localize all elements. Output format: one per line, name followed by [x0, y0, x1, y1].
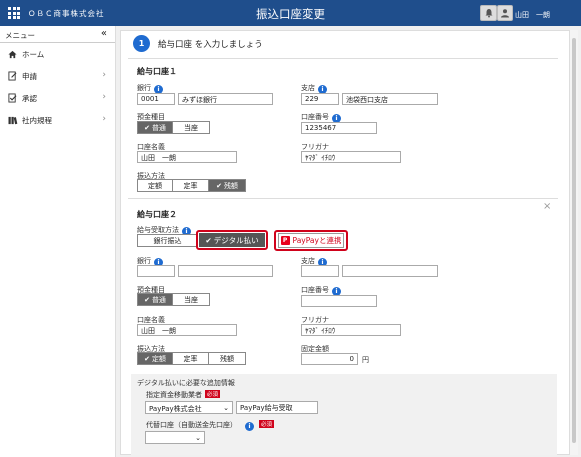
sidebar-item-label: 承認: [22, 93, 37, 103]
app-grid-icon[interactable]: [8, 7, 20, 19]
account1-branch-name-input[interactable]: 池袋西口支店: [342, 93, 438, 105]
receive-digital-pay-button[interactable]: ✔ デジタル払い: [199, 233, 265, 247]
sidebar-item-application[interactable]: 申請 ›: [0, 65, 115, 87]
account2-title: 給与口座２: [137, 210, 177, 219]
user-icon: [501, 9, 509, 18]
sidebar: メニュー « ホーム 申請 › 承認 › 社内規程 ›: [0, 26, 116, 457]
required-badge: 必須: [259, 420, 275, 428]
account2-kana-input[interactable]: ﾔﾏﾀﾞ ｲﾁﾛｳ: [301, 324, 401, 336]
account1-method-remainder[interactable]: ✔ 残額: [209, 180, 245, 191]
sidebar-item-label: ホーム: [22, 49, 45, 59]
chevron-down-icon: ⌄: [195, 434, 201, 442]
required-badge: 必須: [205, 390, 221, 398]
account1-method-fixed[interactable]: 定額: [138, 180, 173, 191]
books-icon: [8, 116, 22, 125]
user-name[interactable]: 山田 一朗: [515, 10, 550, 20]
account2-method-remainder[interactable]: 残額: [209, 353, 245, 364]
check-icon: ✔: [205, 235, 212, 245]
backup-account-label: 代替口座（自動送金先口座） i 必須: [146, 420, 275, 431]
check-icon: ✔: [144, 354, 150, 363]
chevron-right-icon: ›: [102, 92, 106, 102]
account2-number-input[interactable]: [301, 295, 377, 307]
company-name: ＯＢＣ商事株式会社: [28, 9, 105, 18]
account2-branch-name-input[interactable]: [342, 265, 438, 277]
backup-account-select[interactable]: ⌄: [145, 431, 205, 444]
check-icon: ✔: [216, 181, 222, 190]
collapse-icon[interactable]: «: [101, 28, 107, 39]
provider-name-input[interactable]: PayPay給与受取: [236, 401, 318, 414]
account2-branch-code-input[interactable]: [301, 265, 339, 277]
application-icon: [8, 71, 22, 81]
account2-holder-input[interactable]: 山田 一朗: [137, 324, 237, 336]
check-icon: ✔: [144, 295, 150, 304]
user-menu-button[interactable]: [497, 5, 513, 21]
sidebar-title: メニュー: [5, 31, 35, 40]
chevron-right-icon: ›: [102, 114, 106, 124]
top-bar: ＯＢＣ商事株式会社 振込口座変更 山田 一朗: [0, 0, 581, 26]
provider-select[interactable]: PayPay株式会社 ⌄: [145, 401, 233, 414]
account1-kana-input[interactable]: ﾔﾏﾀﾞ ｲﾁﾛｳ: [301, 151, 401, 163]
sidebar-header: メニュー «: [0, 26, 115, 43]
check-icon: ✔: [144, 123, 150, 132]
account2-method-segment: ✔ 定額 定率 残額: [137, 352, 246, 365]
sidebar-item-home[interactable]: ホーム: [0, 43, 115, 65]
sidebar-item-label: 申請: [22, 71, 37, 81]
account2-type-ordinary[interactable]: ✔ 普通: [138, 294, 173, 305]
sidebar-item-label: 社内規程: [22, 115, 52, 125]
home-icon: [8, 50, 22, 59]
approval-icon: [8, 93, 22, 103]
account1-type-ordinary[interactable]: ✔ 普通: [138, 122, 173, 133]
close-icon[interactable]: ×: [543, 201, 551, 212]
digital-info-title: デジタル払いに必要な追加情報: [137, 379, 235, 387]
account1-title: 給与口座１: [137, 67, 177, 76]
account1-holder-input[interactable]: 山田 一朗: [137, 151, 237, 163]
provider-label: 指定資金移動業者 必須: [146, 390, 221, 399]
sidebar-item-policies[interactable]: 社内規程 ›: [0, 109, 115, 131]
chevron-right-icon: ›: [102, 70, 106, 80]
bell-icon: [485, 9, 492, 18]
account2-method-fixed[interactable]: ✔ 定額: [138, 353, 173, 364]
account2-method-rate[interactable]: 定率: [173, 353, 209, 364]
sidebar-item-approval[interactable]: 承認 ›: [0, 87, 115, 109]
account2-fixed-unit: 円: [362, 356, 369, 364]
scrollbar[interactable]: [570, 30, 578, 455]
paypay-link-button[interactable]: P PayPayと連携: [278, 233, 344, 248]
notification-button[interactable]: [480, 5, 497, 21]
account1-bank-code-input[interactable]: 0001: [137, 93, 175, 105]
step-number: 1: [133, 35, 150, 52]
account2-fixed-input[interactable]: 0: [301, 353, 358, 365]
divider: [128, 58, 558, 59]
account2-type-checking[interactable]: 当座: [173, 294, 209, 305]
account1-branch-code-input[interactable]: 229: [301, 93, 339, 105]
account1-number-input[interactable]: 1235467: [301, 122, 377, 134]
chevron-down-icon: ⌄: [223, 404, 229, 412]
account1-method-segment: 定額 定率 ✔ 残額: [137, 179, 246, 192]
account2-bank-code-input[interactable]: [137, 265, 175, 277]
info-icon[interactable]: i: [245, 422, 254, 431]
divider: [128, 198, 558, 199]
account2-type-segment: ✔ 普通 当座: [137, 293, 210, 306]
account1-type-checking[interactable]: 当座: [173, 122, 209, 133]
account2-bank-name-input[interactable]: [178, 265, 273, 277]
paypay-logo-icon: P: [280, 236, 290, 245]
step-title: 給与口座 を入力しましょう: [158, 40, 263, 50]
account1-method-rate[interactable]: 定率: [173, 180, 209, 191]
account2-receive-segment: 銀行振込: [137, 234, 198, 247]
receive-bank-transfer-button[interactable]: 銀行振込: [138, 235, 198, 246]
account1-bank-name-input[interactable]: みずほ銀行: [178, 93, 273, 105]
account1-type-segment: ✔ 普通 当座: [137, 121, 210, 134]
